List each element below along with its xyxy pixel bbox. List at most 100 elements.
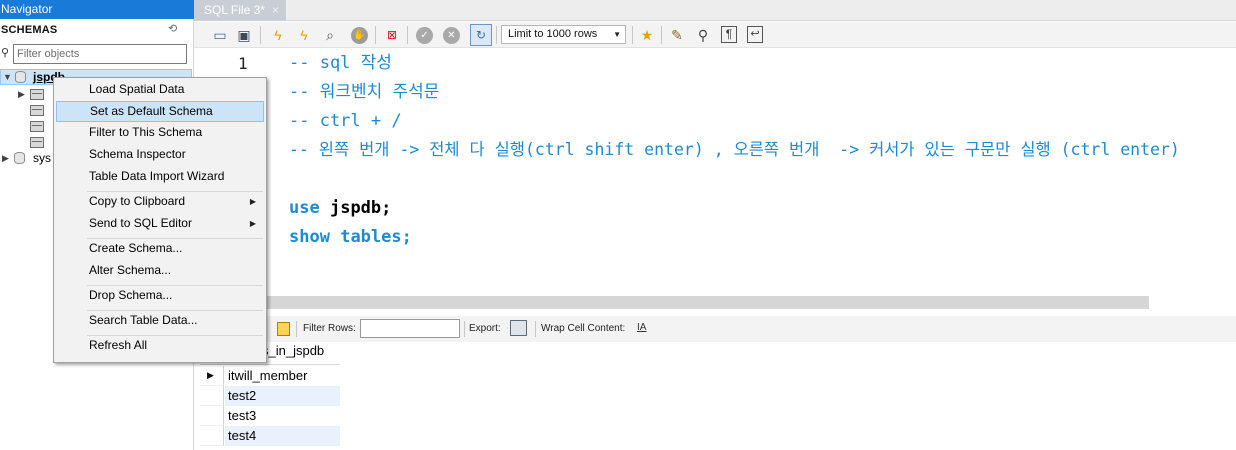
menu-item-label: Schema Inspector <box>89 147 186 161</box>
row-selector[interactable] <box>200 426 224 446</box>
menu-item-set-default-schema[interactable]: Set as Default Schema <box>56 101 264 122</box>
invisible-chars-icon[interactable]: ¶ <box>721 26 737 43</box>
table-row[interactable]: test2 <box>200 386 340 406</box>
limit-rows-select[interactable]: Limit to 1000 rows ▼ <box>501 25 626 44</box>
save-icon[interactable]: ▣ <box>234 25 254 45</box>
limit-rows-value: Limit to 1000 rows <box>508 28 598 40</box>
tree-item-tables[interactable]: ▶ <box>18 86 58 102</box>
menu-item-drop-schema[interactable]: Drop Schema... <box>56 285 264 306</box>
expand-right-icon[interactable]: ▶ <box>2 150 9 166</box>
menu-item-copy-to-clipboard[interactable]: Copy to Clipboard ▶ <box>56 191 264 212</box>
keyword-show: show <box>289 227 330 247</box>
menu-item-table-import-wizard[interactable]: Table Data Import Wizard <box>56 166 264 187</box>
filter-rows-input[interactable] <box>360 319 460 338</box>
menu-item-label: Create Schema... <box>89 241 183 255</box>
menu-item-search-table-data[interactable]: Search Table Data... <box>56 310 264 331</box>
code-line-4: -- 왼쪽 번개 -> 전체 다 실행(ctrl shift enter) , … <box>289 140 1180 159</box>
menu-item-filter-schema[interactable]: Filter to This Schema <box>56 122 264 143</box>
table-cell[interactable]: test4 <box>228 428 256 443</box>
table-row[interactable]: test4 <box>200 426 340 446</box>
menu-item-schema-inspector[interactable]: Schema Inspector <box>56 144 264 165</box>
rollback-icon[interactable]: ✕ <box>443 27 460 44</box>
row-pointer-icon: ▶ <box>207 370 214 380</box>
menu-item-label: Filter to This Schema <box>89 125 203 139</box>
code-line-3: -- ctrl + / <box>289 111 402 131</box>
search-icon: ⚲ <box>1 47 10 59</box>
schemas-label: SCHEMAS <box>1 24 58 36</box>
beautify-icon[interactable]: ✎ <box>667 25 687 45</box>
keyword-use: use <box>289 198 320 218</box>
autocommit-icon[interactable]: ↻ <box>470 24 492 46</box>
wrap-cell-label: Wrap Cell Content: <box>541 323 626 334</box>
wrap-cell-icon[interactable]: IA <box>637 322 646 333</box>
open-file-icon[interactable]: ▭ <box>210 25 230 45</box>
menu-item-label: Load Spatial Data <box>89 82 185 96</box>
menu-item-load-spatial-data[interactable]: Load Spatial Data <box>56 79 264 100</box>
export-icon[interactable] <box>510 320 527 336</box>
sql-toolbar: ▭ ▣ ϟ ϟ ⌕ ✋ ⊠ ✓ ✕ ↻ Limit to 1000 rows ▼… <box>194 22 1236 48</box>
menu-item-label: Refresh All <box>89 338 148 352</box>
expand-right-icon[interactable]: ▶ <box>18 86 25 102</box>
chevron-down-icon: ▼ <box>613 30 621 39</box>
database-icon <box>15 71 26 83</box>
menu-item-refresh-all[interactable]: Refresh All <box>56 335 264 356</box>
line-number: 1 <box>238 54 248 73</box>
tree-item-procedures[interactable] <box>18 118 58 134</box>
row-selector[interactable] <box>200 386 224 406</box>
explain-icon[interactable]: ⌕ <box>320 25 340 45</box>
filter-rows-label: Filter Rows: <box>303 323 356 334</box>
tab-label: SQL File 3* <box>204 3 265 17</box>
procedures-folder-icon <box>30 121 44 132</box>
filter-objects-input[interactable] <box>13 44 187 64</box>
submenu-arrow-icon: ▶ <box>249 219 256 228</box>
header-divider <box>200 364 340 365</box>
toggle-result-icon[interactable]: ⊠ <box>382 25 402 45</box>
find-icon[interactable]: ⚲ <box>693 25 713 45</box>
sql-editor[interactable]: 1 -- sql 작성 -- 워크벤치 주석문 -- ctrl + / -- 왼… <box>194 48 1236 298</box>
horizontal-scrollbar[interactable] <box>194 296 1149 309</box>
menu-item-label: Drop Schema... <box>89 288 173 302</box>
code-line-2: -- 워크벤치 주석문 <box>289 82 440 102</box>
table-cell[interactable]: test2 <box>228 388 256 403</box>
code-line-7: show tables; <box>289 227 412 247</box>
execute-current-icon[interactable]: ϟ <box>294 25 314 45</box>
navigator-title: Navigator <box>0 0 194 19</box>
table-row[interactable]: test3 <box>200 406 340 426</box>
tree-item-views[interactable] <box>18 102 58 118</box>
code-line-1: -- sql 작성 <box>289 53 392 73</box>
row-selector[interactable]: ▶ <box>200 366 224 386</box>
menu-item-alter-schema[interactable]: Alter Schema... <box>56 260 264 281</box>
menu-item-label: Search Table Data... <box>89 313 198 327</box>
menu-item-create-schema[interactable]: Create Schema... <box>56 238 264 259</box>
commit-icon[interactable]: ✓ <box>416 27 433 44</box>
refresh-icon[interactable]: ⟲ <box>168 23 182 35</box>
tab-sql-file[interactable]: SQL File 3* × <box>194 0 286 21</box>
keyword-tables: tables; <box>340 227 412 247</box>
table-cell[interactable]: test3 <box>228 408 256 423</box>
database-icon <box>14 152 25 164</box>
menu-item-send-to-sql-editor[interactable]: Send to SQL Editor ▶ <box>56 213 264 234</box>
execute-icon[interactable]: ϟ <box>268 25 288 45</box>
export-label: Export: <box>469 323 501 334</box>
column-header[interactable]: s_in_jspdb <box>262 343 324 358</box>
tables-folder-icon <box>30 89 44 100</box>
wrap-icon[interactable]: ↩ <box>747 26 763 43</box>
menu-item-label: Copy to Clipboard <box>89 194 186 208</box>
row-selector[interactable] <box>200 406 224 426</box>
tree-item-sys[interactable]: ▶ sys <box>0 150 60 166</box>
code-line-6: use jspdb; <box>289 198 391 218</box>
tree-item-functions[interactable] <box>18 134 58 150</box>
close-icon[interactable]: × <box>272 0 279 20</box>
identifier-jspdb: jspdb; <box>329 198 392 218</box>
functions-folder-icon <box>30 137 44 148</box>
schema-context-menu: Load Spatial Data Set as Default Schema … <box>53 77 267 363</box>
stop-icon[interactable]: ✋ <box>351 27 368 44</box>
result-grid-icon[interactable] <box>277 322 290 336</box>
views-folder-icon <box>30 105 44 116</box>
submenu-arrow-icon: ▶ <box>249 197 256 206</box>
table-row[interactable]: ▶ itwill_member <box>200 366 340 386</box>
table-cell[interactable]: itwill_member <box>228 368 307 383</box>
tree-item-label: sys <box>33 151 51 165</box>
expand-down-icon[interactable]: ▼ <box>3 69 12 85</box>
bookmark-icon[interactable]: ★ <box>637 25 657 45</box>
